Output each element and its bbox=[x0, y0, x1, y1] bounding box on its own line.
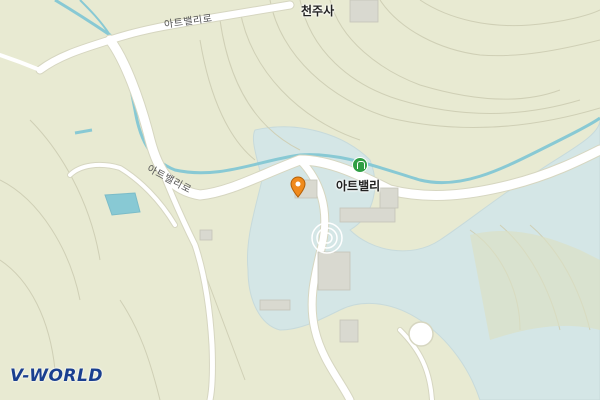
label-poi[interactable]: 아트밸리 bbox=[336, 177, 380, 194]
building bbox=[199, 229, 213, 241]
building bbox=[379, 187, 399, 209]
label-temple: 천주사 bbox=[301, 4, 335, 18]
temple-building bbox=[349, 0, 379, 23]
building bbox=[339, 207, 396, 223]
map-canvas bbox=[0, 0, 600, 400]
roundabout bbox=[408, 321, 434, 347]
park-icon[interactable] bbox=[352, 157, 368, 173]
map-view[interactable]: 천주사 아트밸리로 아트밸리로 아트밸리 V-WORLD bbox=[0, 0, 600, 400]
building bbox=[317, 251, 351, 291]
building bbox=[339, 319, 359, 343]
location-pin-icon[interactable] bbox=[290, 176, 306, 198]
building bbox=[259, 299, 291, 311]
vworld-logo: V-WORLD bbox=[10, 366, 103, 386]
